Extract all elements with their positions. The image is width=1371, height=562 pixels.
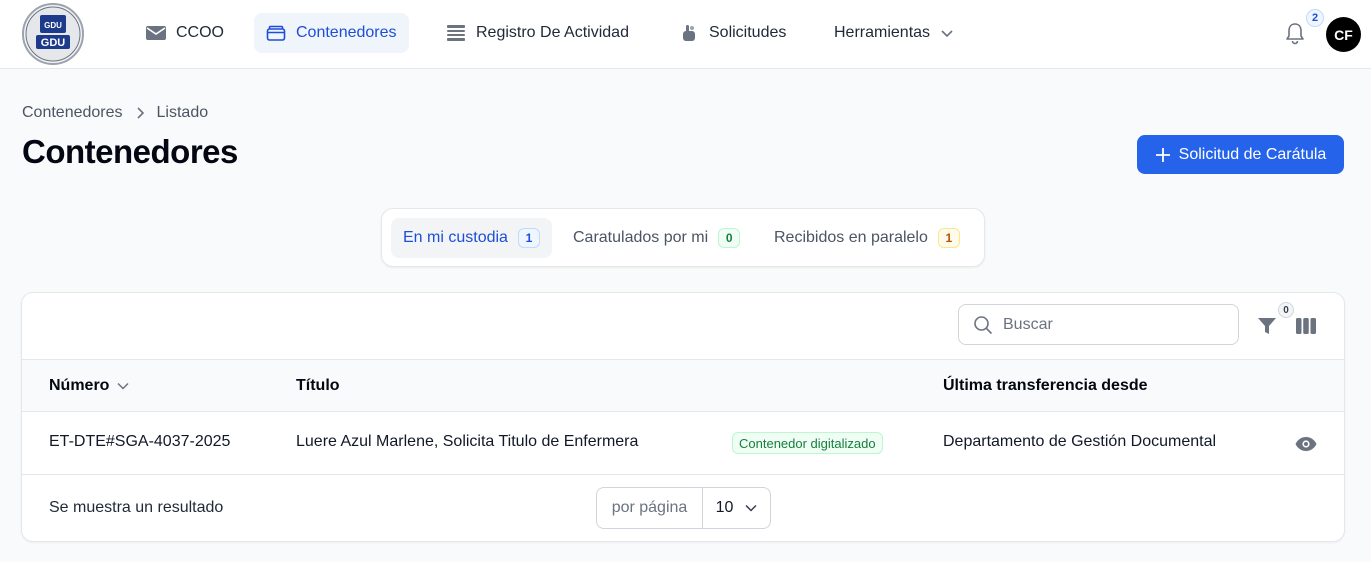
nav-item-label: Herramientas xyxy=(834,24,931,41)
gdu-logo[interactable]: GDU GDU xyxy=(22,3,84,65)
cell-ultima-transferencia: Departamento de Gestión Documental xyxy=(943,433,1217,450)
chevron-down-icon xyxy=(745,504,757,512)
nav-item-ccoo[interactable]: CCOO xyxy=(134,13,236,53)
sort-chevron-down-icon xyxy=(117,382,129,390)
tab-count-badge: 0 xyxy=(718,228,741,248)
filter-count-badge: 0 xyxy=(1278,302,1294,318)
tab-caratulados-por-mi[interactable]: Caratulados por mi 0 xyxy=(561,218,752,258)
plus-icon xyxy=(1155,147,1170,162)
nav-item-label: Contenedores xyxy=(296,24,397,41)
hand-icon xyxy=(683,25,695,41)
bell-icon xyxy=(1286,23,1304,45)
tab-label: Caratulados por mi xyxy=(573,229,709,246)
breadcrumb: Contenedores Listado xyxy=(22,104,208,122)
per-page-control: por página 10 xyxy=(596,487,771,529)
svg-text:GDU: GDU xyxy=(41,37,66,49)
nav-item-solicitudes[interactable]: Solicitudes xyxy=(667,13,798,53)
notifications-count-badge: 2 xyxy=(1306,9,1324,27)
logo-emblem-icon: GDU GDU xyxy=(25,6,81,62)
folder-icon xyxy=(266,25,286,41)
chevron-down-icon xyxy=(941,30,953,38)
tab-label: En mi custodia xyxy=(403,229,508,246)
table-row[interactable]: ET-DTE#SGA-4037-2025 Luere Azul Marlene,… xyxy=(22,412,1344,475)
breadcrumb-item-contenedores[interactable]: Contenedores xyxy=(22,104,123,122)
user-avatar[interactable]: CF xyxy=(1326,17,1361,52)
column-header-label: Número xyxy=(49,377,110,394)
nav-item-registro-actividad[interactable]: Registro De Actividad xyxy=(434,13,641,53)
per-page-label: por página xyxy=(597,488,703,528)
search-input[interactable] xyxy=(1003,315,1223,334)
button-label: Solicitud de Carátula xyxy=(1178,145,1327,163)
per-page-value: 10 xyxy=(715,499,734,516)
chevron-right-icon xyxy=(136,107,144,119)
list-icon xyxy=(447,25,465,41)
tab-count-badge: 1 xyxy=(937,228,960,248)
breadcrumb-item-listado: Listado xyxy=(156,104,209,121)
funnel-icon xyxy=(1258,318,1276,334)
column-header-ultima-transferencia: Última transferencia desde xyxy=(943,377,1148,394)
filter-button[interactable] xyxy=(1256,315,1278,337)
top-navbar: GDU GDU CCOO Contenedores Registro De Ac… xyxy=(0,0,1371,69)
nav-item-label: Solicitudes xyxy=(709,24,787,41)
nav-item-herramientas[interactable]: Herramientas xyxy=(822,13,966,53)
tab-count-badge: 1 xyxy=(517,228,540,248)
notifications-bell-button[interactable] xyxy=(1282,20,1308,46)
nav-item-label: Registro De Actividad xyxy=(476,24,629,41)
results-count-text: Se muestra un resultado xyxy=(49,499,224,516)
per-page-select[interactable]: 10 xyxy=(703,488,770,528)
svg-text:GDU: GDU xyxy=(44,21,62,30)
contenedores-table-card: 0 Número Título Última transferencia des… xyxy=(21,292,1345,542)
cell-titulo: Luere Azul Marlene, Solicita Titulo de E… xyxy=(296,433,639,450)
table-header: Número Título Última transferencia desde xyxy=(22,359,1344,412)
status-badge: Contenedor digitalizado xyxy=(732,432,883,454)
search-box xyxy=(958,304,1239,345)
search-icon xyxy=(974,315,992,334)
solicitud-caratula-button[interactable]: Solicitud de Carátula xyxy=(1137,135,1344,174)
columns-icon xyxy=(1296,318,1316,334)
column-header-titulo: Título xyxy=(296,377,340,394)
tab-en-mi-custodia[interactable]: En mi custodia 1 xyxy=(391,218,552,258)
nav-item-label: CCOO xyxy=(176,24,224,41)
view-row-button[interactable] xyxy=(1294,432,1318,456)
eye-icon xyxy=(1295,437,1317,451)
tab-label: Recibidos en paralelo xyxy=(774,229,928,246)
columns-toggle-button[interactable] xyxy=(1295,315,1317,337)
nav-item-contenedores[interactable]: Contenedores xyxy=(254,13,409,53)
cell-numero: ET-DTE#SGA-4037-2025 xyxy=(49,433,231,450)
tab-recibidos-en-paralelo[interactable]: Recibidos en paralelo 1 xyxy=(762,218,972,258)
page-title: Contenedores xyxy=(22,133,238,170)
tab-group: En mi custodia 1 Caratulados por mi 0 Re… xyxy=(381,208,985,267)
column-header-numero[interactable]: Número xyxy=(49,377,129,395)
envelope-icon xyxy=(146,26,166,40)
